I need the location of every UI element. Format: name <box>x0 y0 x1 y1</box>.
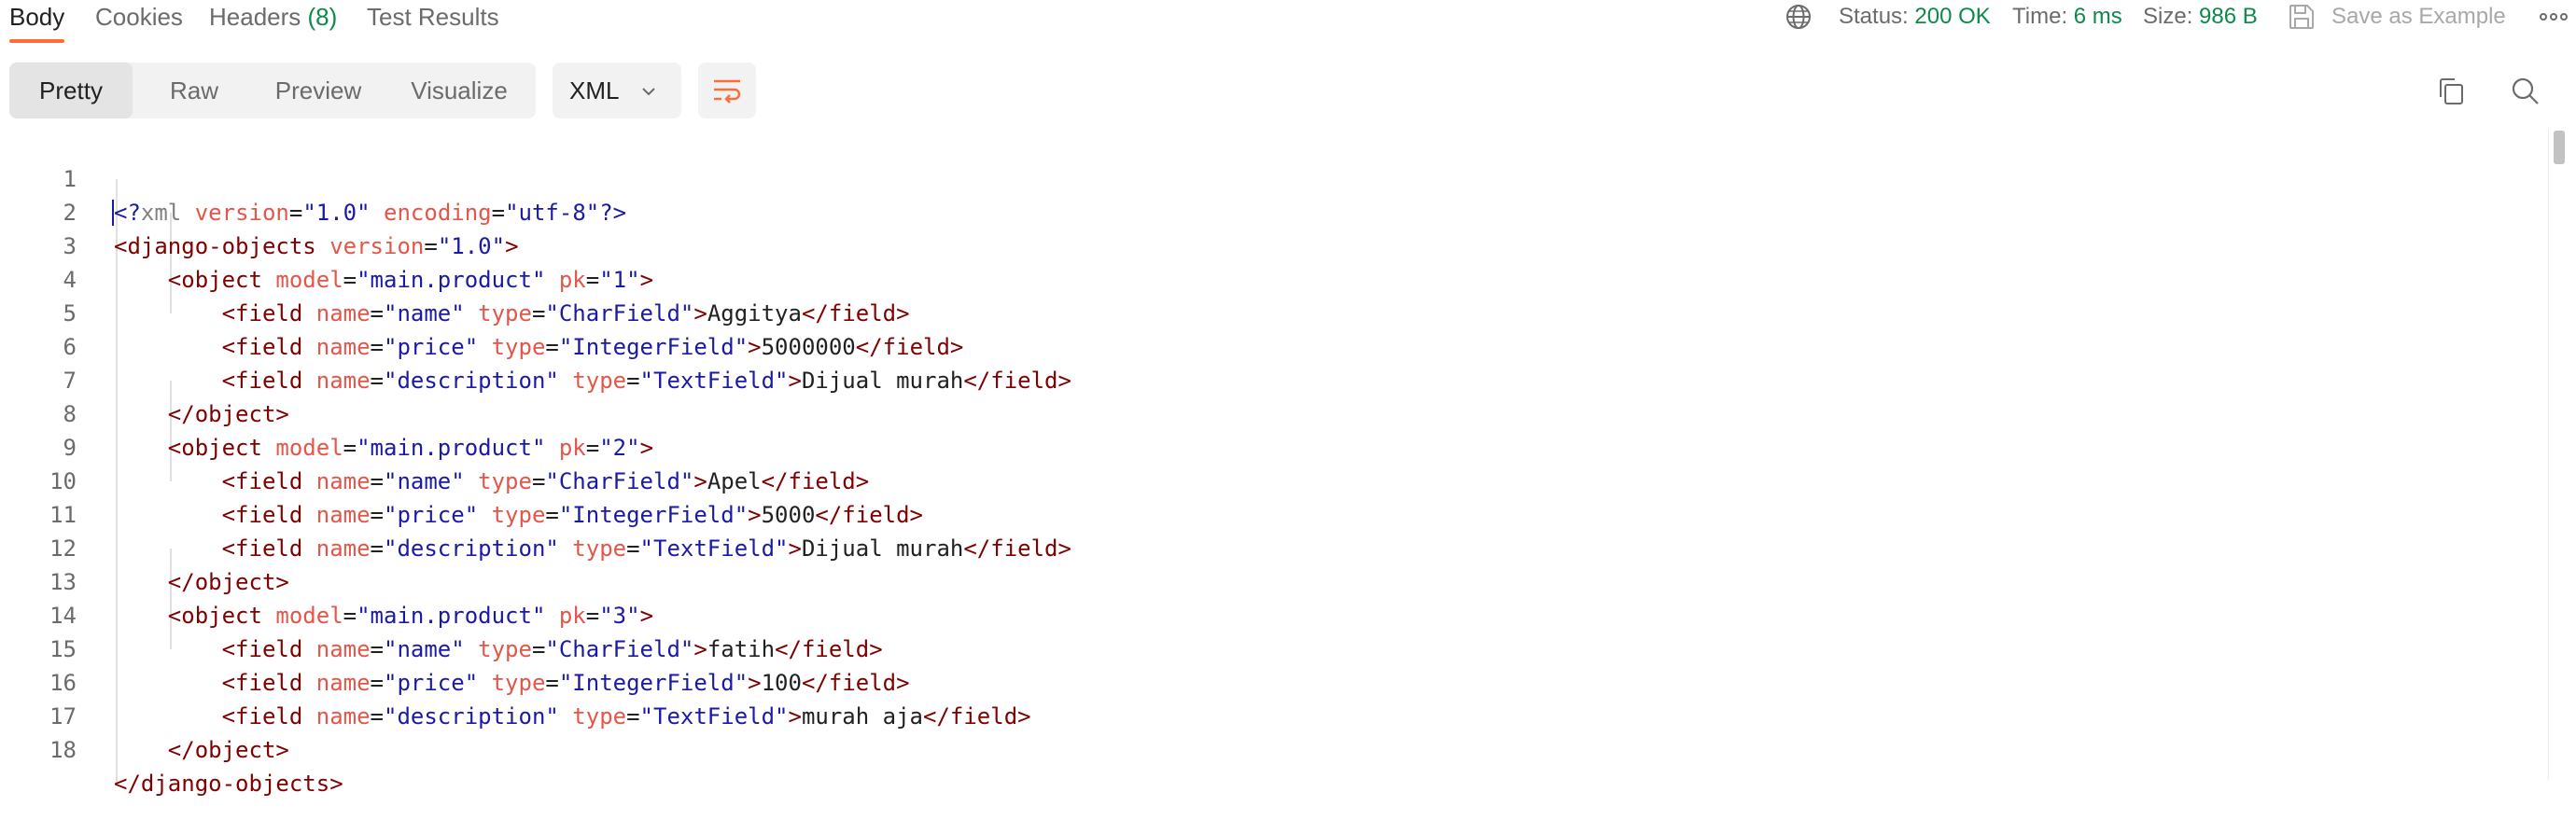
save-as-example-label: Save as Example <box>2331 4 2506 29</box>
wrap-lines-button[interactable] <box>698 63 756 118</box>
tab-headers[interactable]: Headers (8) <box>209 0 337 34</box>
tab-test-results[interactable]: Test Results <box>367 0 499 34</box>
code-line: 3 <object model="main.product" pk="1"> <box>0 196 2539 293</box>
more-icon[interactable] <box>2537 0 2570 34</box>
code-line: 16 <field name="description" type="TextF… <box>0 632 2539 730</box>
format-dropdown[interactable]: XML <box>553 63 681 118</box>
size-label: Size: <box>2143 4 2193 29</box>
tab-cookies-label: Cookies <box>95 3 183 31</box>
copy-icon[interactable] <box>2434 75 2468 108</box>
code-line: 13 <object model="main.product" pk="3"> <box>0 532 2539 629</box>
status-value: 200 OK <box>1914 4 1991 29</box>
response-tabs-bar: Body Cookies Headers (8) Test Results St… <box>0 0 2576 45</box>
headers-count: (8) <box>307 3 338 31</box>
tab-cookies[interactable]: Cookies <box>95 0 183 34</box>
code-line: 4 <field name="name" type="CharField">Ag… <box>0 229 2539 327</box>
line-number: 18 <box>49 737 77 763</box>
tab-body-label: Body <box>9 3 65 31</box>
code-line: 6 <field name="description" type="TextFi… <box>0 297 2539 394</box>
format-value: XML <box>569 76 620 104</box>
view-mode-raw[interactable]: Raw <box>136 63 252 118</box>
code-line: 7 </object> <box>0 330 2539 427</box>
view-mode-pretty[interactable]: Pretty <box>9 63 133 118</box>
tab-body[interactable]: Body <box>9 0 65 43</box>
code-line: 17 </object> <box>0 666 2539 763</box>
globe-icon[interactable] <box>1785 3 1813 31</box>
code-line: 18 </django-objects> <box>0 700 2539 797</box>
time-value: 6 ms <box>2073 4 2122 29</box>
code-line: 5 <field name="price" type="IntegerField… <box>0 263 2539 360</box>
xml-tag: </django-objects> <box>114 771 343 797</box>
editor-scrollbar[interactable] <box>2548 129 2576 780</box>
xml-tag: </object> <box>167 737 289 763</box>
time-label: Time: <box>2012 4 2068 29</box>
size-indicator[interactable]: Size: 986 B <box>2143 0 2258 34</box>
time-indicator[interactable]: Time: 6 ms <box>2012 0 2122 34</box>
status-label: Status: <box>1839 4 1909 29</box>
save-icon <box>2289 5 2314 29</box>
code-line: 12 </object> <box>0 498 2539 595</box>
code-line: 9 <field name="name" type="CharField">Ap… <box>0 397 2539 494</box>
code-text: </django-objects> <box>114 767 343 800</box>
tab-test-results-label: Test Results <box>367 3 499 31</box>
code-line: 14 <field name="name" type="CharField">f… <box>0 565 2539 662</box>
code-line: 11 <field name="description" type="TextF… <box>0 465 2539 562</box>
view-mode-visualize[interactable]: Visualize <box>385 63 534 118</box>
view-mode-preview[interactable]: Preview <box>252 63 385 118</box>
view-mode-switcher: Pretty Raw Preview Visualize <box>9 63 536 118</box>
chevron-down-icon <box>642 88 655 96</box>
size-value: 986 B <box>2199 4 2258 29</box>
tab-headers-label: Headers <box>209 3 301 31</box>
code-line: 8 <object model="main.product" pk="2"> <box>0 364 2539 461</box>
code-line: 2 <django-objects version="1.0"> <box>0 162 2539 259</box>
wrap-lines-icon <box>714 79 741 104</box>
code-line: 1 <?xml version="1.0" encoding="utf-8"?> <box>0 129 2539 226</box>
code-line: 15 <field name="price" type="IntegerFiel… <box>0 599 2539 696</box>
status-indicator[interactable]: Status: 200 OK <box>1839 0 1991 34</box>
response-body-editor[interactable]: 1 <?xml version="1.0" encoding="utf-8"?>… <box>0 129 2548 797</box>
search-icon[interactable] <box>2509 75 2542 108</box>
editor-scrollbar-thumb[interactable] <box>2554 131 2565 164</box>
code-text: </object> <box>114 733 289 767</box>
active-tab-indicator <box>9 39 65 43</box>
code-line: 10 <field name="price" type="IntegerFiel… <box>0 431 2539 528</box>
